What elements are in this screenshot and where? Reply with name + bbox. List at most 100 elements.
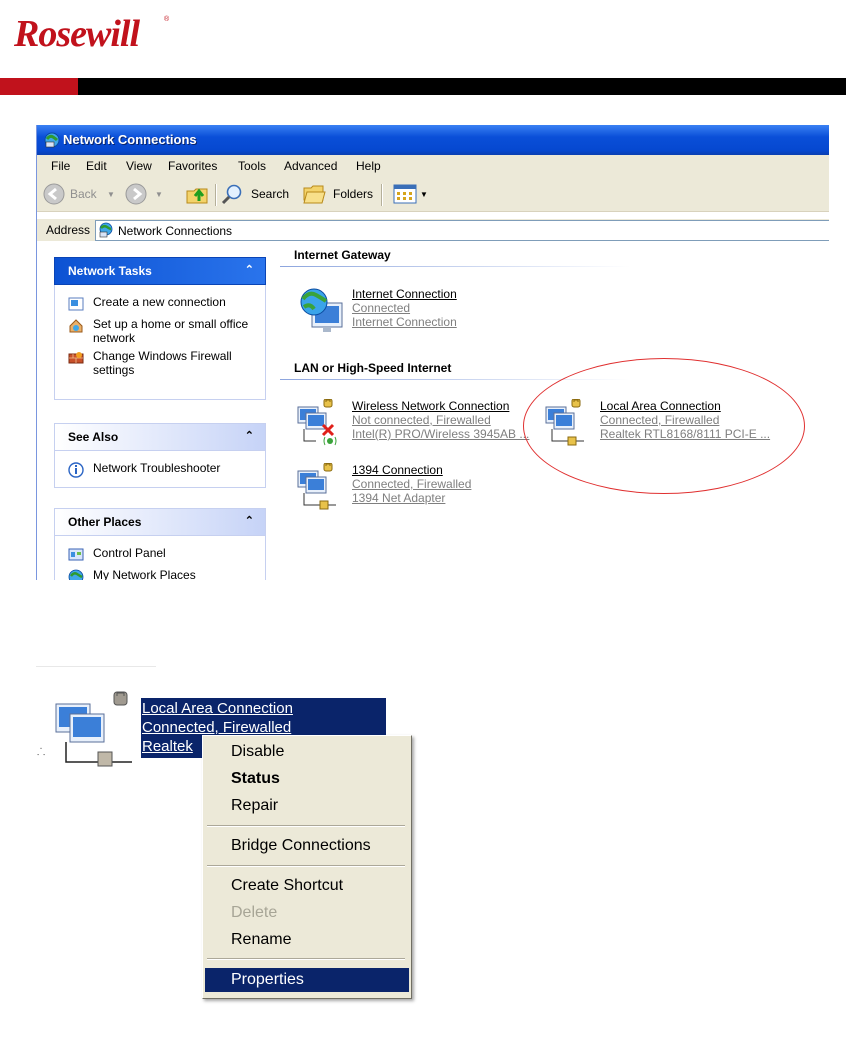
logo-registered-mark: ® [164,16,170,23]
connection-info: 1394 Connection Connected, Firewalled 13… [352,463,471,505]
menu-item-create-shortcut[interactable]: Create Shortcut [205,874,409,898]
forward-button[interactable]: ▼ [125,177,171,211]
back-button[interactable]: Back ▼ [43,177,121,211]
see-also-panel: See Also ⌃ Network Troubleshooter [54,423,266,488]
collapse-chevron-icon[interactable]: ⌃ [245,263,254,276]
other-places-header[interactable]: Other Places ⌃ [54,508,266,536]
connection-name[interactable]: Internet Connection [352,287,457,301]
connection-device: Internet Connection [352,315,457,329]
network-tasks-panel: Network Tasks ⌃ Create a new connection … [54,257,266,400]
menu-favorites[interactable]: Favorites [168,159,217,173]
collapse-chevron-icon[interactable]: ⌃ [245,429,254,442]
other-places-panel: Other Places ⌃ Control Panel My Network … [54,508,266,580]
views-button[interactable]: ▼ [393,177,431,211]
task-label: Network Troubleshooter [93,461,221,475]
collapse-chevron-icon[interactable]: ⌃ [245,514,254,527]
toolbar-separator [381,184,383,206]
menu-tools[interactable]: Tools [238,159,266,173]
menu-item-status[interactable]: Status [205,767,409,791]
task-pane: Network Tasks ⌃ Create a new connection … [37,242,277,580]
menu-separator [207,865,405,867]
zoom-divider [36,666,156,667]
connection-status: Connected, Firewalled [142,719,292,736]
firewall-icon [68,352,84,364]
menu-bar: File Edit View Favorites Tools Advanced … [37,155,829,178]
address-bar: Address Network Connections [37,219,829,241]
home-network-icon [69,319,83,333]
title-bar[interactable]: Network Connections [37,125,829,155]
connection-status: Not connected, Firewalled [352,413,491,427]
task-label: Change Windows Firewall settings [93,349,232,377]
menu-item-bridge-connections[interactable]: Bridge Connections [205,834,409,858]
folders-button[interactable]: Folders [303,177,375,211]
connection-name[interactable]: 1394 Connection [352,463,471,477]
see-also-header[interactable]: See Also ⌃ [54,423,266,451]
connection-info: Internet Connection Connected Internet C… [352,287,457,329]
connection-device: Realtek [142,738,193,755]
menu-item-rename[interactable]: Rename [205,928,409,952]
task-label: Control Panel [93,546,166,560]
place-my-network-places[interactable]: My Network Places [55,568,265,580]
search-icon [221,184,242,205]
network-connections-window: Network Connections File Edit View Favor… [36,125,829,580]
connection-device: 1394 Net Adapter [352,491,446,505]
menu-file[interactable]: File [51,159,70,173]
task-label: Set up a home or small office network [93,317,249,345]
search-button[interactable]: Search [221,177,293,211]
zoom-marker: ⸫ [37,747,46,758]
header-bar-accent [0,78,78,95]
task-create-connection[interactable]: Create a new connection [55,295,265,311]
folders-icon [303,185,326,204]
toolbar-separator [215,184,217,206]
place-control-panel[interactable]: Control Panel [55,546,265,561]
task-change-firewall[interactable]: Change Windows Firewall settings [55,349,265,377]
highlight-oval [523,358,805,494]
menu-view[interactable]: View [126,159,152,173]
header-bar [0,78,846,95]
task-label: Create a new connection [93,295,226,309]
search-label: Search [251,187,290,201]
task-home-network[interactable]: Set up a home or small office network [55,317,265,345]
other-places-title: Other Places [68,515,142,529]
menu-item-properties[interactable]: Properties [205,968,409,992]
rosewill-logo: Rosewill ® [14,12,174,62]
window-title: Network Connections [63,132,197,147]
connection-name: Local Area Connection [142,700,293,717]
up-folder-button[interactable] [185,177,211,211]
network-tasks-title: Network Tasks [68,264,152,278]
menu-item-label: Rename [231,931,292,948]
group-title-lan: LAN or High-Speed Internet [294,361,452,375]
group-title-internet-gateway: Internet Gateway [294,248,391,262]
menu-separator [207,825,405,827]
globe-icon [68,569,84,580]
menu-separator [207,958,405,960]
back-dropdown-icon[interactable]: ▼ [107,190,115,199]
menu-item-repair[interactable]: Repair [205,794,409,818]
forward-arrow-icon [125,183,147,205]
menu-item-disable[interactable]: Disable [205,740,409,764]
menu-item-label: Status [231,770,280,787]
logo-text: Rosewill [14,13,140,55]
network-tasks-header[interactable]: Network Tasks ⌃ [54,257,266,285]
see-also-title: See Also [68,430,119,444]
connection-info: Wireless Network Connection Not connecte… [352,399,529,441]
menu-item-label: Disable [231,743,285,760]
control-panel-icon [68,548,84,561]
views-dropdown-icon[interactable]: ▼ [420,190,428,199]
group-divider [280,266,630,267]
toolbar: Back ▼ ▼ Search Folders ▼ [37,177,829,212]
context-menu: Disable Status Repair Bridge Connections… [202,735,412,999]
address-label: Address [46,223,91,237]
menu-help[interactable]: Help [356,159,381,173]
back-label: Back [70,187,97,201]
task-network-troubleshooter[interactable]: Network Troubleshooter [55,461,265,478]
menu-advanced[interactable]: Advanced [284,159,337,173]
views-icon [393,184,417,204]
lan-connection-icon [297,463,336,510]
menu-item-label: Delete [231,904,278,921]
address-field[interactable]: Network Connections [95,220,829,241]
connection-name[interactable]: Wireless Network Connection [352,399,529,413]
forward-dropdown-icon[interactable]: ▼ [155,190,163,199]
menu-item-label: Repair [231,797,279,814]
menu-edit[interactable]: Edit [86,159,107,173]
